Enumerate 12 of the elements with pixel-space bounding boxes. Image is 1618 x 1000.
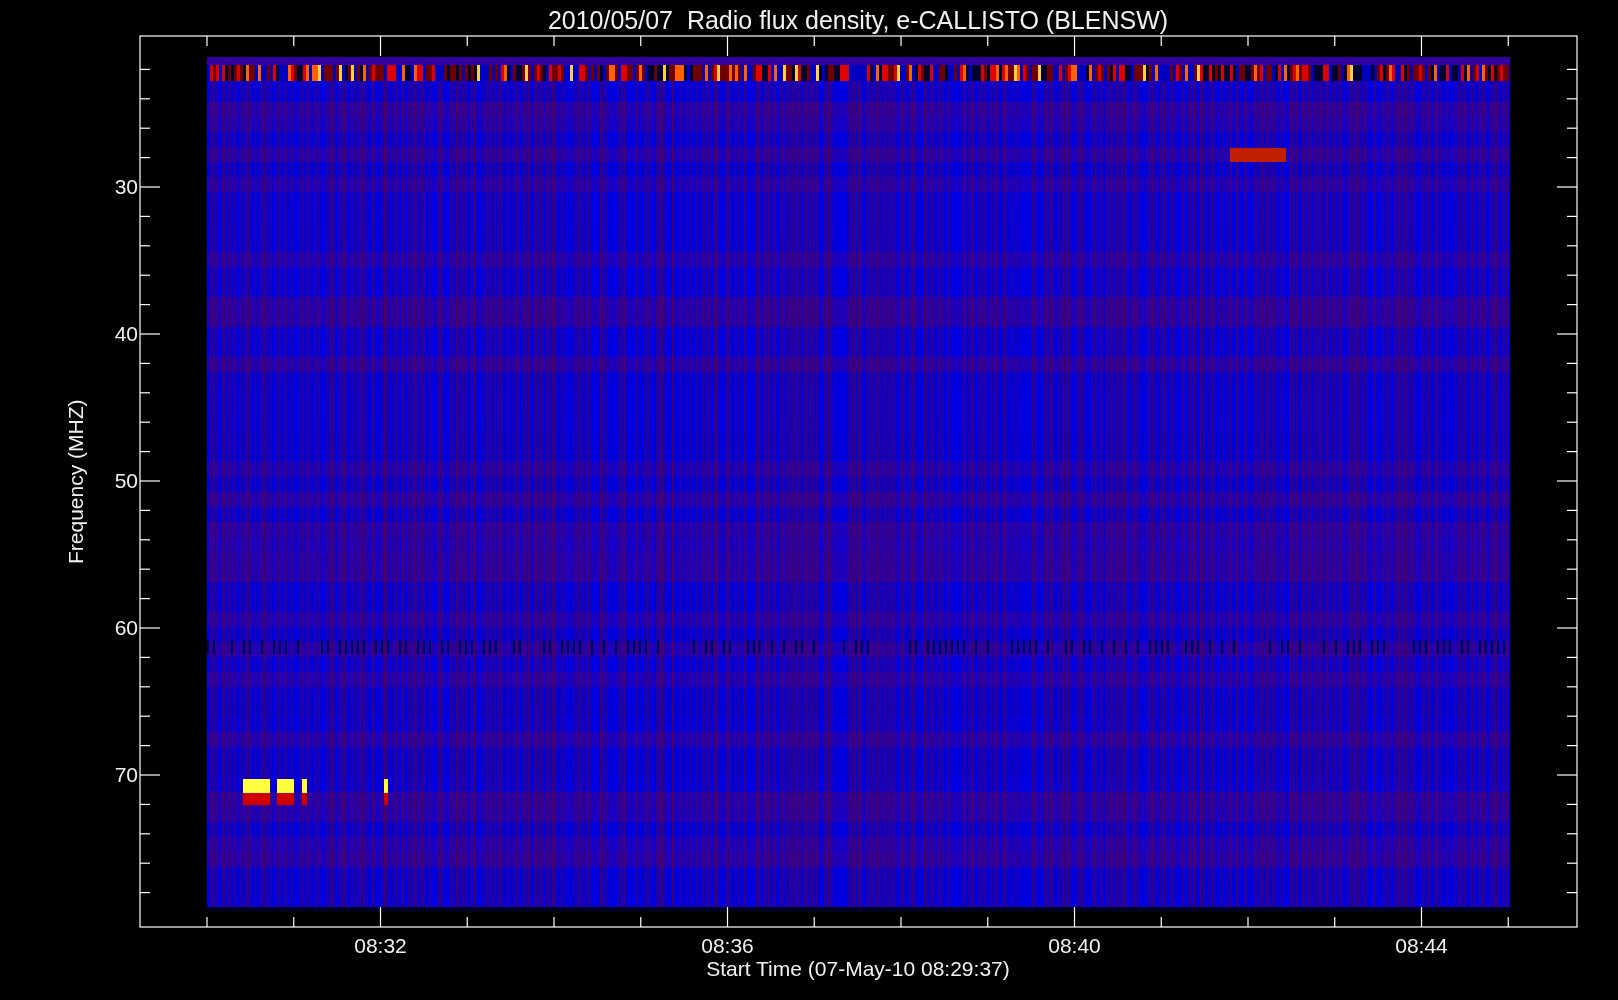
x-tick-label: 08:32 [353, 934, 408, 958]
x-tick-label: 08:44 [1394, 934, 1449, 958]
y-axis-label: Frequency (MHZ) [62, 399, 88, 565]
chart-title: 2010/05/07 Radio flux density, e-CALLISTO (BLENSW) [546, 5, 1170, 36]
y-tick-label: 40 [113, 322, 138, 346]
x-tick-label: 08:40 [1047, 934, 1102, 958]
x-tick-label: 08:36 [700, 934, 755, 958]
x-axis-label: Start Time (07-May-10 08:29:37) [705, 956, 1011, 982]
y-tick-label: 30 [113, 175, 138, 199]
y-tick-label: 60 [113, 616, 138, 640]
y-tick-label: 50 [113, 469, 138, 493]
y-tick-label: 70 [113, 763, 138, 787]
